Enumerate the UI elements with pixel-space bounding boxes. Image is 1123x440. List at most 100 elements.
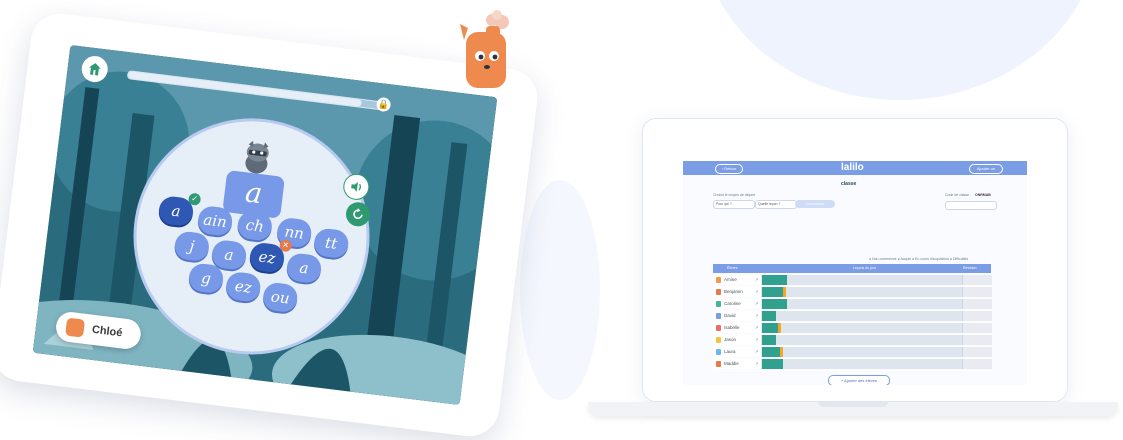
replay-icon bbox=[353, 208, 363, 220]
laptop-device: ‹ Retour lalilo Ajouter un élève classe … bbox=[588, 118, 1118, 418]
student-cell: Maddie ↗ bbox=[713, 359, 762, 369]
review-cell bbox=[962, 347, 992, 357]
student-avatar-icon bbox=[716, 337, 721, 343]
back-button[interactable]: ‹ Retour bbox=[715, 164, 743, 174]
progress-segment bbox=[762, 311, 776, 321]
open-icon[interactable]: ↗ bbox=[755, 325, 758, 330]
student-name: Laura bbox=[724, 349, 736, 354]
student-cell: Jason ↗ bbox=[713, 335, 762, 345]
apply-button[interactable]: Commencer bbox=[795, 200, 835, 208]
student-name: Amine bbox=[724, 277, 737, 282]
review-cell bbox=[962, 323, 992, 333]
check-icon: ✓ bbox=[187, 192, 202, 206]
class-title: classe bbox=[841, 181, 857, 187]
choice-button[interactable]: ez ✕ bbox=[248, 238, 293, 274]
progress-cells bbox=[762, 359, 992, 369]
dashboard-header: ‹ Retour lalilo Ajouter un élève bbox=[683, 161, 1027, 179]
student-cell: David ↗ bbox=[713, 311, 762, 321]
open-icon[interactable]: ↗ bbox=[755, 361, 758, 366]
col-students: Élèves bbox=[727, 266, 738, 270]
student-avatar-icon bbox=[716, 325, 721, 331]
student-name: Isabelle bbox=[724, 325, 740, 330]
col-lessons: Leçons du jour bbox=[853, 266, 876, 270]
col-extra: Révision bbox=[963, 266, 977, 270]
table-row[interactable]: Amine ↗ bbox=[713, 275, 992, 287]
filter-label: Choisir le moyen de départ bbox=[713, 193, 755, 197]
open-icon[interactable]: ↗ bbox=[755, 289, 758, 294]
open-icon[interactable]: ↗ bbox=[755, 349, 758, 354]
student-avatar-icon bbox=[716, 277, 721, 283]
progress-segment bbox=[762, 275, 787, 285]
student-cell: Amine ↗ bbox=[713, 275, 762, 285]
review-cell bbox=[962, 275, 992, 285]
student-avatar-icon bbox=[716, 361, 721, 367]
difficulty-marker bbox=[783, 287, 786, 297]
student-cell: Isabelle ↗ bbox=[713, 323, 762, 333]
table-row[interactable]: Maddie ↗ bbox=[713, 359, 992, 371]
class-code-field[interactable] bbox=[945, 201, 997, 210]
table-row[interactable]: Benjamin ↗ bbox=[713, 287, 992, 299]
choice-button[interactable]: ou bbox=[261, 281, 299, 314]
choice-button[interactable]: j bbox=[173, 230, 211, 263]
add-student-button[interactable]: Ajouter un élève bbox=[969, 164, 1003, 179]
student-select[interactable]: Pour qui ? bbox=[713, 200, 755, 209]
table-row[interactable]: Laura ↗ bbox=[713, 347, 992, 359]
review-cell bbox=[962, 311, 992, 321]
progress-segment bbox=[762, 347, 780, 357]
student-avatar-icon bbox=[716, 313, 721, 319]
tablet-screen: 🔒 a a ✓ ain ch nn tt j a ez ✕ a g ez ou … bbox=[32, 44, 498, 406]
review-cell bbox=[962, 287, 992, 297]
speaker-icon bbox=[351, 182, 361, 192]
class-code: ONRMAB bbox=[975, 193, 991, 197]
progress-segment bbox=[762, 323, 778, 333]
progress-segment bbox=[762, 287, 783, 297]
progress-cells bbox=[762, 287, 992, 297]
cross-icon: ✕ bbox=[278, 238, 293, 253]
mascot-icon bbox=[460, 10, 509, 88]
progress-segment bbox=[762, 335, 776, 345]
choice-button[interactable]: a ✓ bbox=[157, 192, 202, 228]
legend: ● Non commencé ● Acquis ● En cours d'acq… bbox=[869, 257, 969, 261]
progress-cells bbox=[762, 275, 992, 285]
student-name: Benjamin bbox=[724, 289, 743, 294]
student-cell: Benjamin ↗ bbox=[713, 287, 762, 297]
raccoon-icon bbox=[245, 140, 269, 174]
avatar-icon bbox=[65, 317, 86, 338]
table-row[interactable]: David ↗ bbox=[713, 311, 992, 323]
open-icon[interactable]: ↗ bbox=[755, 337, 758, 342]
table-row[interactable]: Jason ↗ bbox=[713, 335, 992, 347]
teacher-dashboard: ‹ Retour lalilo Ajouter un élève classe … bbox=[683, 161, 1027, 385]
choice-button[interactable]: ez bbox=[224, 270, 262, 303]
student-name: Maddie bbox=[724, 361, 739, 366]
student-name: Caroline bbox=[724, 301, 741, 306]
student-cell: Caroline ↗ bbox=[713, 299, 762, 309]
student-name: Jason bbox=[724, 337, 737, 342]
add-students-button[interactable]: + Ajouter des élèves bbox=[828, 375, 890, 385]
student-avatar-icon bbox=[716, 289, 721, 295]
progress-cells bbox=[762, 323, 992, 333]
student-name: Chloé bbox=[91, 323, 124, 340]
laptop-lid: ‹ Retour lalilo Ajouter un élève classe … bbox=[642, 118, 1068, 402]
review-cell bbox=[962, 359, 992, 369]
choice-button[interactable]: a bbox=[285, 252, 323, 285]
student-avatar-icon bbox=[716, 349, 721, 355]
table-row[interactable]: Caroline ↗ bbox=[713, 299, 992, 311]
progress-segment bbox=[762, 299, 787, 309]
logo: lalilo bbox=[841, 162, 864, 173]
open-icon[interactable]: ↗ bbox=[755, 301, 758, 306]
review-cell bbox=[962, 335, 992, 345]
lesson-select[interactable]: Quelle leçon ? bbox=[755, 200, 797, 209]
open-icon[interactable]: ↗ bbox=[755, 277, 758, 282]
grid-header: Élèves Leçons du jour Révision bbox=[713, 264, 991, 273]
open-icon[interactable]: ↗ bbox=[755, 313, 758, 318]
progress-cells bbox=[762, 299, 992, 309]
table-row[interactable]: Isabelle ↗ bbox=[713, 323, 992, 335]
progress-segment bbox=[762, 359, 783, 369]
student-cell: Laura ↗ bbox=[713, 347, 762, 357]
progress-cells bbox=[762, 311, 992, 321]
class-code-label: Code de classe bbox=[945, 193, 970, 197]
choice-button[interactable]: tt bbox=[312, 227, 350, 260]
background-blob-top bbox=[700, 0, 1100, 100]
progress-cells bbox=[762, 347, 992, 357]
review-cell bbox=[962, 299, 992, 309]
